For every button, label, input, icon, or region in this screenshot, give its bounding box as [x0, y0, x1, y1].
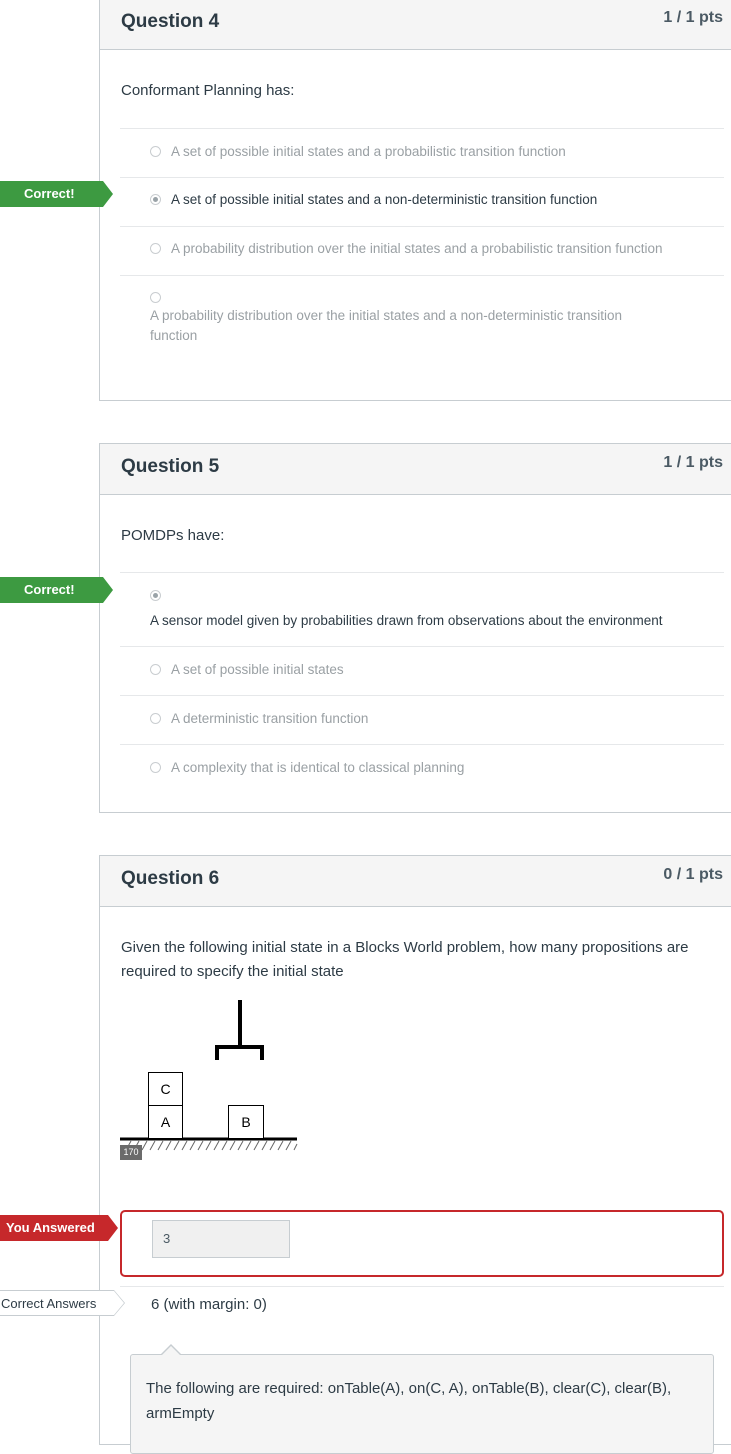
answer-input[interactable]: 3 — [152, 1220, 290, 1258]
you-answered-tag: You Answered — [0, 1215, 118, 1241]
question-prompt: POMDPs have: — [121, 527, 225, 544]
block-a: A — [148, 1105, 183, 1139]
answer-comment: The following are required: onTable(A), … — [130, 1354, 714, 1454]
question-points: 1 / 1 pts — [663, 454, 723, 471]
answer-text: A set of possible initial states and a p… — [171, 144, 566, 159]
answer-option[interactable]: A probability distribution over the init… — [120, 226, 724, 275]
answer-option[interactable]: A probability distribution over the init… — [120, 275, 724, 365]
answer-text: A set of possible initial states — [171, 662, 344, 677]
radio-button[interactable] — [150, 146, 161, 157]
correct-tag: Correct! — [0, 577, 113, 603]
answer-option[interactable]: A set of possible initial states and a n… — [120, 177, 724, 226]
block-b: B — [228, 1105, 264, 1139]
correct-answer-value: 6 (with margin: 0) — [151, 1296, 267, 1313]
comment-pointer-fill — [161, 1346, 181, 1356]
your-answer-box: 3 — [120, 1210, 724, 1277]
image-badge: 170 — [120, 1145, 142, 1160]
answer-option[interactable]: A set of possible initial states — [120, 646, 724, 695]
answer-value: 3 — [163, 1231, 171, 1246]
answer-text: A probability distribution over the init… — [171, 241, 663, 256]
answer-text: A probability distribution over the init… — [150, 308, 622, 323]
comment-text: The following are required: onTable(A), … — [146, 1380, 672, 1397]
question-title: Question 4 — [121, 11, 220, 32]
answer-text: A complexity that is identical to classi… — [171, 760, 465, 775]
robot-arm-icon — [120, 1000, 298, 1151]
question-5-card: Question 5 1 / 1 pts POMDPs have: A sens… — [99, 443, 731, 813]
radio-button[interactable] — [150, 292, 161, 303]
comment-text-continued: armEmpty — [146, 1405, 215, 1422]
question-prompt: Conformant Planning has: — [121, 82, 295, 99]
radio-button[interactable] — [150, 664, 161, 675]
radio-button-selected[interactable] — [150, 194, 161, 205]
answer-option[interactable]: A set of possible initial states and a p… — [120, 128, 724, 177]
question-header: Question 5 1 / 1 pts — [100, 444, 731, 495]
answer-text-continued: function — [150, 328, 198, 343]
question-points: 0 / 1 pts — [663, 866, 723, 883]
answer-text: A sensor model given by probabilities dr… — [150, 613, 663, 628]
question-prompt: Given the following initial state in a B… — [121, 939, 689, 956]
question-6-card: Question 6 0 / 1 pts Given the following… — [99, 855, 731, 1454]
blocks-world-figure: C A B 170 — [120, 996, 300, 1166]
answer-option[interactable]: A complexity that is identical to classi… — [120, 744, 724, 793]
radio-button[interactable] — [150, 762, 161, 773]
question-title: Question 5 — [121, 456, 220, 477]
answer-option[interactable]: A sensor model given by probabilities dr… — [120, 572, 724, 646]
question-points: 1 / 1 pts — [663, 9, 723, 26]
question-prompt-continued: required to specify the initial state — [121, 963, 344, 980]
question-4-card: Question 4 1 / 1 pts Conformant Planning… — [99, 0, 731, 401]
question-title: Question 6 — [121, 868, 220, 889]
radio-button[interactable] — [150, 713, 161, 724]
answer-option[interactable]: A deterministic transition function — [120, 695, 724, 744]
correct-tag: Correct! — [0, 181, 113, 207]
correct-answers-tag: Correct Answers — [0, 1290, 125, 1316]
block-c: C — [148, 1072, 183, 1106]
answer-divider — [120, 1286, 724, 1287]
answer-text: A set of possible initial states and a n… — [171, 192, 598, 207]
radio-button-selected[interactable] — [150, 590, 161, 601]
question-header: Question 4 1 / 1 pts — [100, 0, 731, 50]
radio-button[interactable] — [150, 243, 161, 254]
answer-text: A deterministic transition function — [171, 711, 369, 726]
question-header: Question 6 0 / 1 pts — [100, 856, 731, 907]
